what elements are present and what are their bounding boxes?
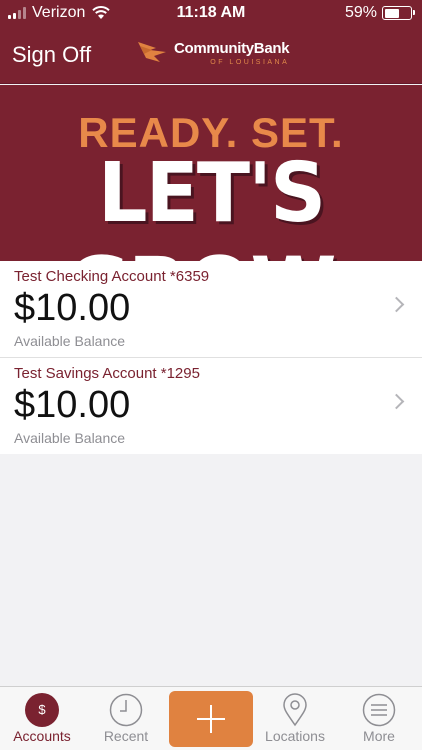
promo-banner[interactable]: READY. SET. LET'S GROW. [0, 85, 422, 261]
logo-name: CommunityBank [174, 40, 290, 57]
tab-accounts[interactable]: $ Accounts [0, 687, 84, 750]
pelican-logo-icon [138, 42, 166, 62]
tab-recent[interactable]: Recent [84, 687, 168, 750]
logo-subtitle: OF LOUISIANA [210, 59, 290, 66]
tab-recent-label: Recent [103, 728, 149, 744]
battery-percent: 59% [344, 4, 377, 21]
sign-off-button[interactable]: Sign Off [12, 42, 91, 68]
status-bar: Verizon 11:18 AM 59% [0, 0, 422, 28]
account-list: Test Checking Account *6359 $10.00 Avail… [0, 261, 422, 454]
add-button[interactable] [169, 691, 253, 747]
tab-bar: $ Accounts Recent Locations More [0, 686, 422, 750]
banner-tagline: LET'S GROW. [66, 146, 358, 262]
tab-more-label: More [363, 728, 395, 744]
dollar-circle-icon: $ [25, 693, 59, 727]
account-name: Test Savings Account *1295 [14, 365, 200, 382]
clock-icon [109, 693, 143, 727]
chevron-right-icon [388, 296, 405, 313]
nav-bar: Sign Off CommunityBank OF LOUISIANA [0, 28, 422, 84]
tab-accounts-label: Accounts [13, 728, 71, 744]
tab-locations[interactable]: Locations [253, 687, 337, 750]
chevron-right-icon [388, 393, 405, 410]
account-balance: $10.00 [14, 384, 131, 426]
account-row-checking[interactable]: Test Checking Account *6359 $10.00 Avail… [0, 261, 422, 358]
menu-icon [362, 693, 396, 727]
tab-more[interactable]: More [337, 687, 421, 750]
account-row-savings[interactable]: Test Savings Account *1295 $10.00 Availa… [0, 358, 422, 454]
battery-status: 59% [344, 4, 415, 22]
account-balance: $10.00 [14, 287, 131, 329]
balance-label: Available Balance [14, 430, 126, 446]
tab-locations-label: Locations [265, 728, 325, 744]
bank-logo: CommunityBank OF LOUISIANA [136, 38, 290, 68]
balance-label: Available Balance [14, 333, 126, 349]
account-name: Test Checking Account *6359 [14, 268, 210, 285]
battery-icon [382, 6, 415, 20]
map-pin-icon [283, 693, 307, 727]
